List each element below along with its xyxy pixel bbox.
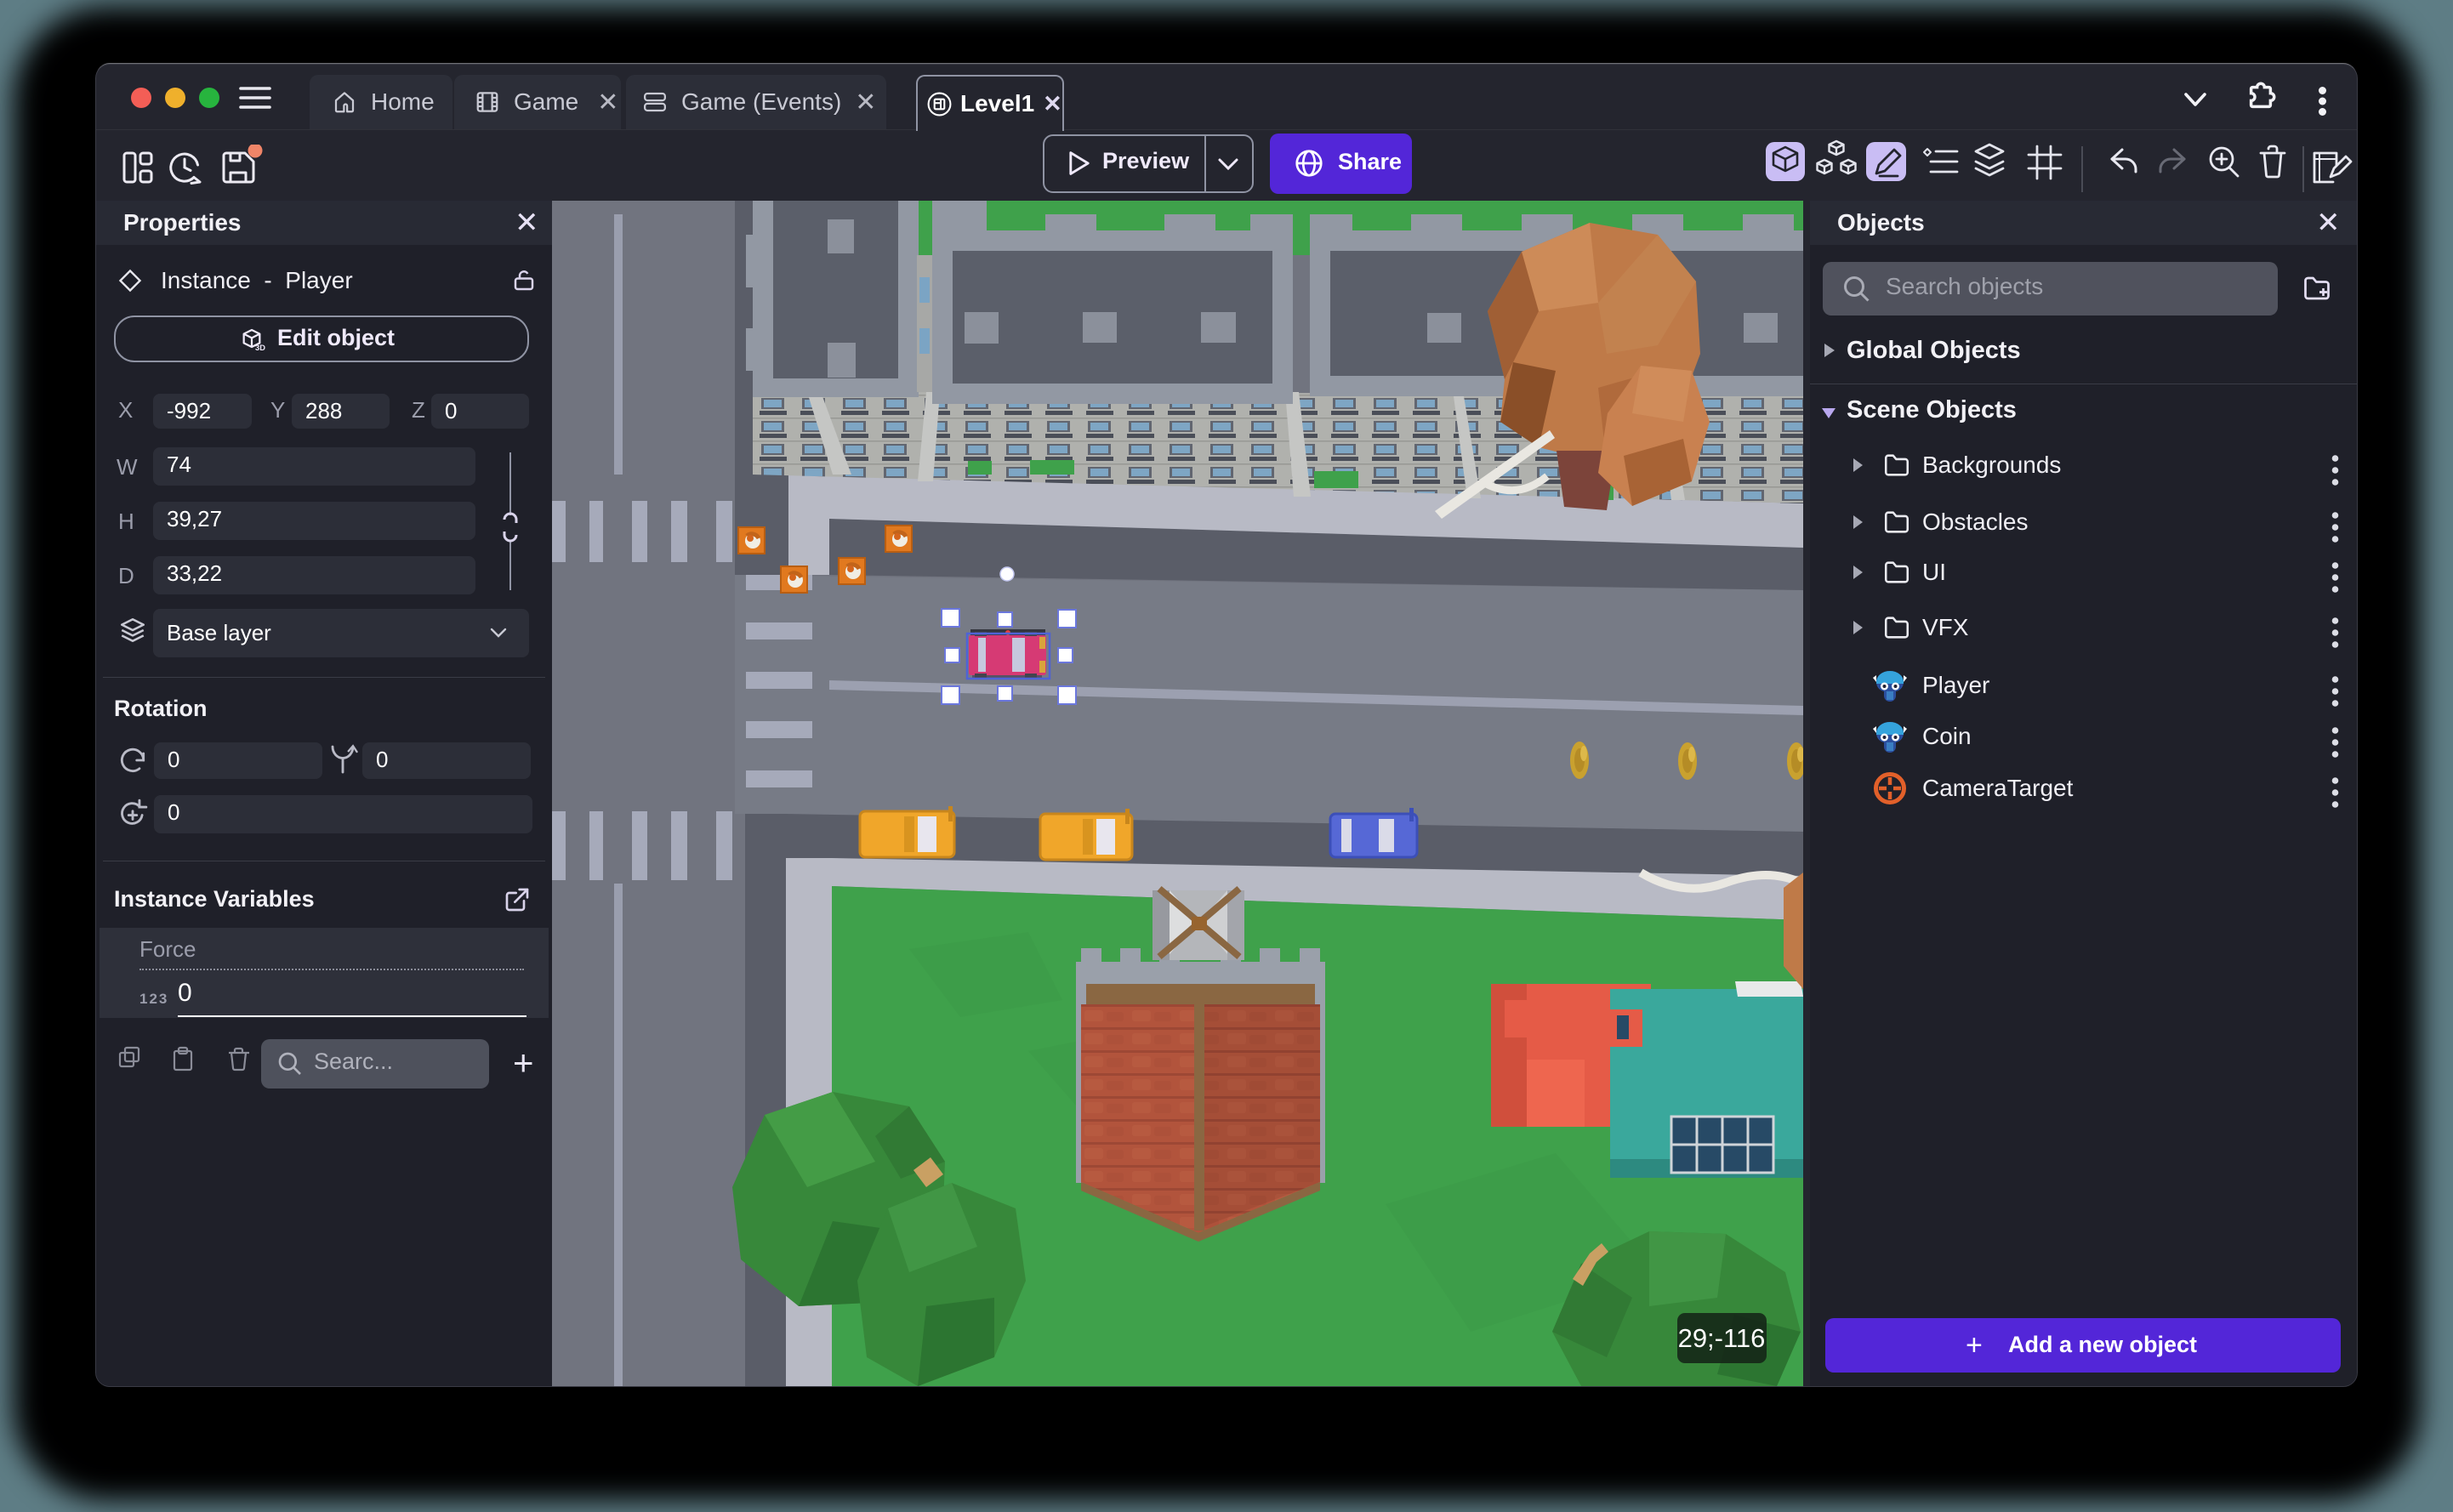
svg-text:3D: 3D xyxy=(255,344,265,352)
svg-text:29;-116: 29;-116 xyxy=(1678,1323,1766,1353)
